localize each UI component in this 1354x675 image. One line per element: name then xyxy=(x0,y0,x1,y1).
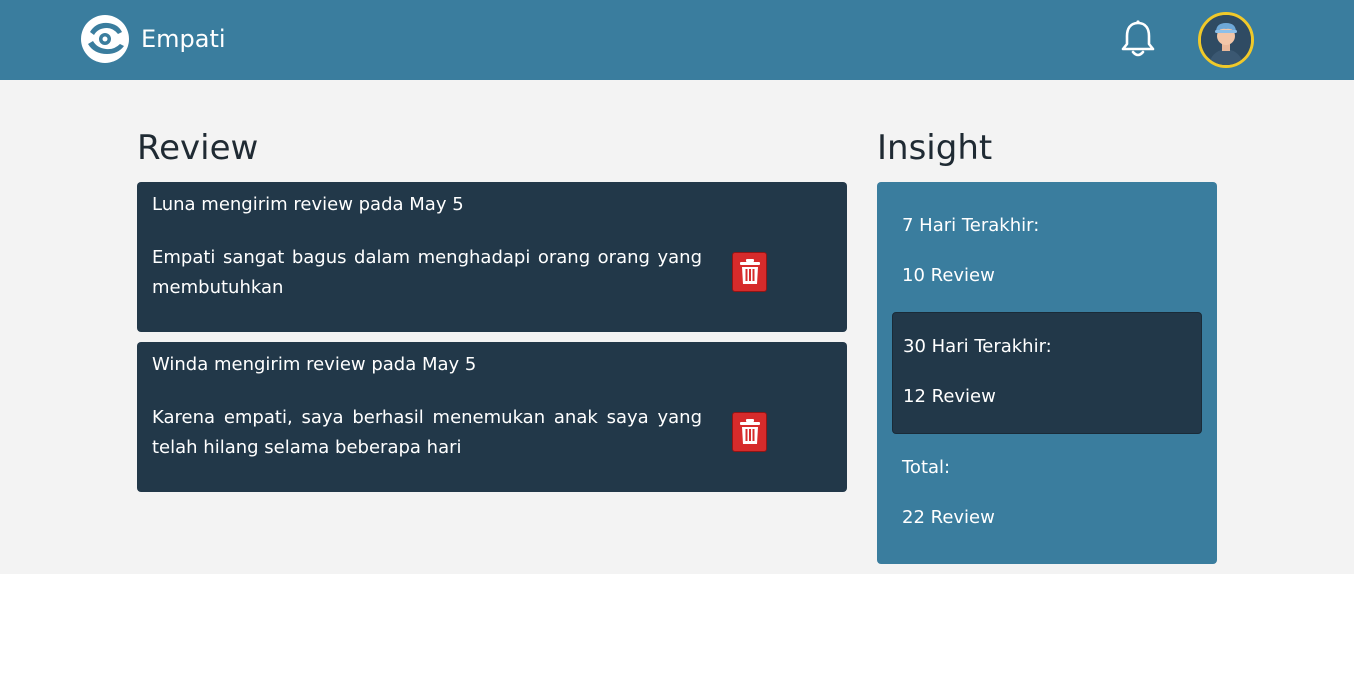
insight-total-value: 22 Review xyxy=(902,507,995,528)
delete-review-button[interactable] xyxy=(732,412,767,452)
trash-icon xyxy=(739,419,760,444)
insight-total-label: Total: xyxy=(902,457,951,478)
user-avatar[interactable] xyxy=(1198,12,1254,68)
insight-panel: 7 Hari Terakhir: 10 Review 30 Hari Terak… xyxy=(877,182,1217,564)
brand-name: Empati xyxy=(141,25,226,53)
review-text: Karena empati, saya berhasil menemukan a… xyxy=(152,407,702,458)
delete-review-button[interactable] xyxy=(732,252,767,292)
insight-month-label: 30 Hari Terakhir: xyxy=(903,336,1052,357)
trash-icon xyxy=(739,259,760,284)
review-header: Luna mengirim review pada May 5 xyxy=(152,194,464,215)
review-card: Winda mengirim review pada May 5 Karena … xyxy=(137,342,847,492)
review-text: Empati sangat bagus dalam menghadapi ora… xyxy=(152,247,702,298)
brand[interactable]: Empati xyxy=(80,13,226,65)
insight-week-value: 10 Review xyxy=(902,265,995,286)
insight-month-value: 12 Review xyxy=(903,386,996,407)
insight-month-box: 30 Hari Terakhir: 12 Review xyxy=(892,312,1202,434)
bell-icon[interactable] xyxy=(1119,19,1157,59)
insight-section-title: Insight xyxy=(877,128,993,168)
user-avatar-icon xyxy=(1201,15,1251,65)
review-section-title: Review xyxy=(137,128,259,168)
top-navbar: Empati xyxy=(0,0,1354,80)
logo-icon xyxy=(81,15,129,63)
insight-week-label: 7 Hari Terakhir: xyxy=(902,215,1040,236)
review-header: Winda mengirim review pada May 5 xyxy=(152,354,477,375)
review-card: Luna mengirim review pada May 5 Empati s… xyxy=(137,182,847,332)
